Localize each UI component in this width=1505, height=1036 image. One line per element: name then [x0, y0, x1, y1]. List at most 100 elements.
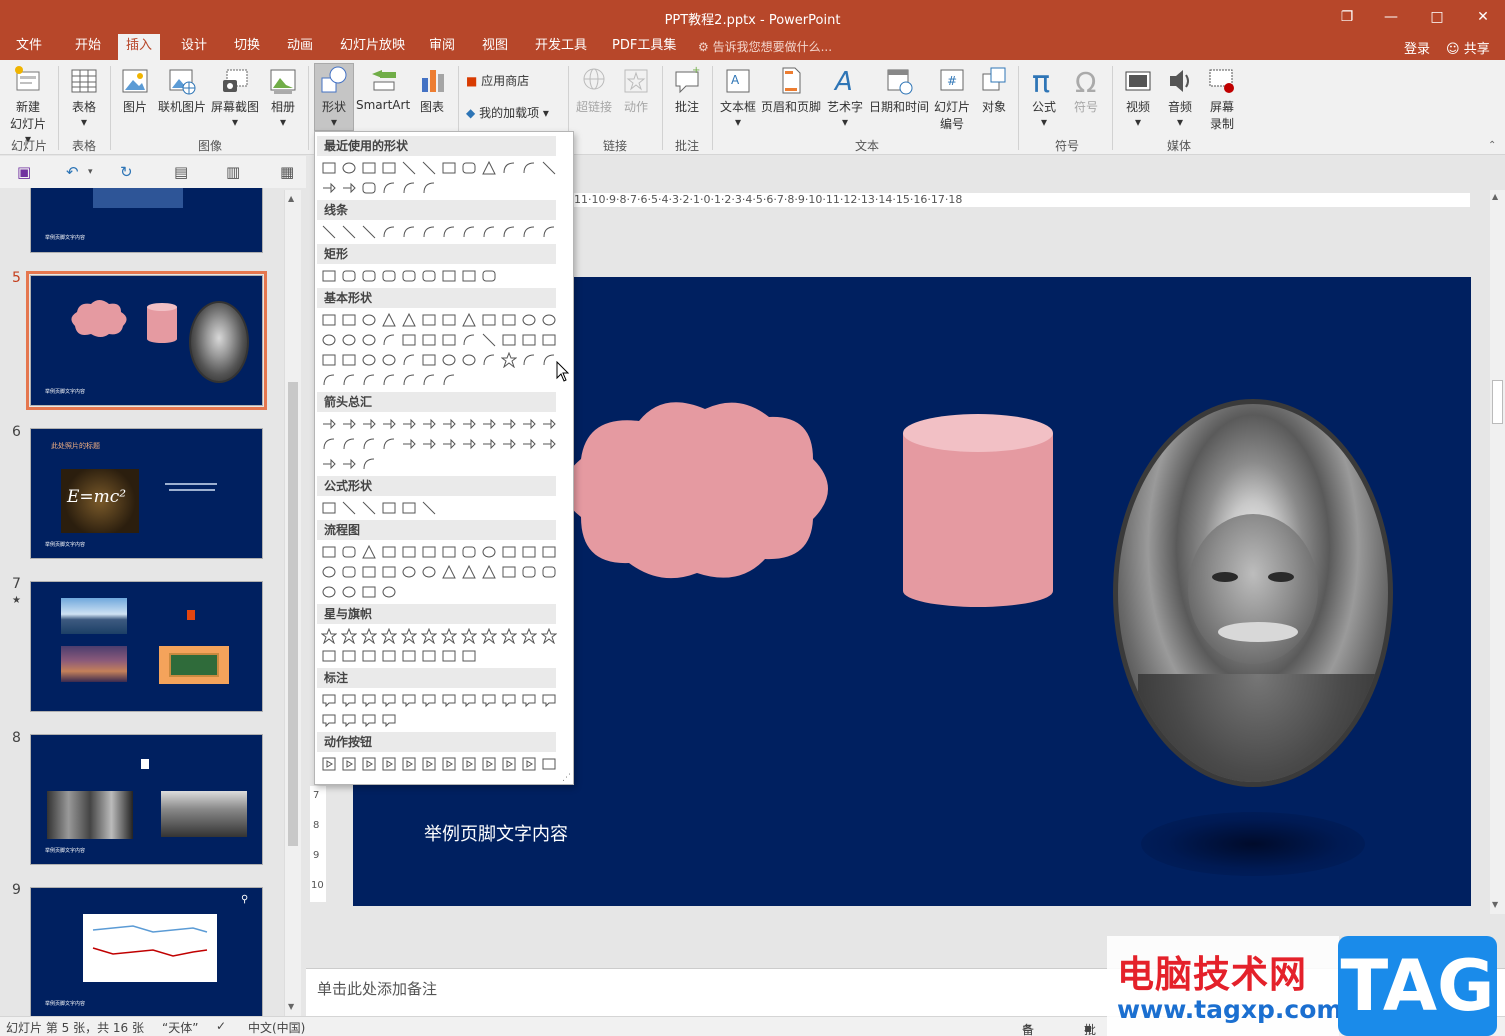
login-link[interactable]: 登录 — [1404, 38, 1430, 57]
shape-option-icon[interactable] — [361, 312, 377, 328]
shape-option-icon[interactable] — [361, 564, 377, 580]
shape-option-icon[interactable] — [461, 544, 477, 560]
shape-option-icon[interactable] — [341, 224, 357, 240]
shape-option-icon[interactable] — [521, 692, 537, 708]
hyperlink-button[interactable]: 超链接 — [574, 64, 614, 115]
shape-option-icon[interactable] — [441, 648, 457, 664]
tab-pdf-tools[interactable]: PDF工具集 — [604, 34, 684, 60]
maximize-icon[interactable]: □ — [1422, 6, 1452, 28]
shape-option-icon[interactable] — [361, 372, 377, 388]
shape-option-icon[interactable] — [381, 584, 397, 600]
shape-option-icon[interactable] — [541, 544, 557, 560]
shape-option-icon[interactable] — [481, 224, 497, 240]
shape-option-icon[interactable] — [361, 352, 377, 368]
smartart-button[interactable]: SmartArt — [356, 64, 410, 112]
shape-option-icon[interactable] — [421, 436, 437, 452]
shape-option-icon[interactable] — [381, 692, 397, 708]
shape-option-icon[interactable] — [380, 627, 398, 645]
shape-option-icon[interactable] — [341, 584, 357, 600]
scrollbar-thumb[interactable] — [1492, 380, 1503, 424]
shape-option-icon[interactable] — [501, 436, 517, 452]
shape-option-icon[interactable] — [321, 712, 337, 728]
shape-option-icon[interactable] — [541, 224, 557, 240]
shape-option-icon[interactable] — [401, 224, 417, 240]
video-button[interactable]: 视频 ▾ — [1118, 64, 1158, 129]
shape-option-icon[interactable] — [321, 372, 337, 388]
shape-option-icon[interactable] — [501, 332, 517, 348]
shape-option-icon[interactable] — [401, 436, 417, 452]
shape-option-icon[interactable] — [321, 268, 337, 284]
slide-thumbnail-9[interactable]: ⚲ 举例页脚文字内容 — [30, 887, 263, 1016]
shape-option-icon[interactable] — [421, 180, 437, 196]
shape-option-icon[interactable] — [321, 224, 337, 240]
shape-option-icon[interactable] — [440, 627, 458, 645]
shape-option-icon[interactable] — [461, 160, 477, 176]
cloud-shape[interactable] — [559, 397, 831, 587]
shape-option-icon[interactable] — [501, 544, 517, 560]
shape-option-icon[interactable] — [401, 352, 417, 368]
shape-option-icon[interactable] — [381, 500, 397, 516]
shape-option-icon[interactable] — [421, 692, 437, 708]
shape-option-icon[interactable] — [321, 352, 337, 368]
shape-option-icon[interactable] — [320, 627, 338, 645]
shape-option-icon[interactable] — [341, 500, 357, 516]
slide-thumbnail-8[interactable]: 举例页脚文字内容 — [30, 734, 263, 865]
shape-option-icon[interactable] — [321, 648, 337, 664]
scroll-up-icon[interactable]: ▲ — [1492, 192, 1498, 201]
shape-option-icon[interactable] — [321, 692, 337, 708]
shape-option-icon[interactable] — [401, 544, 417, 560]
shape-option-icon[interactable] — [381, 712, 397, 728]
shape-option-icon[interactable] — [481, 544, 497, 560]
slide-thumbnail-5[interactable]: 举例页脚文字内容 — [26, 271, 267, 410]
datetime-button[interactable]: 日期和时间 — [867, 64, 931, 115]
shape-option-icon[interactable] — [361, 712, 377, 728]
shape-option-icon[interactable] — [421, 332, 437, 348]
new-slide-button[interactable]: 新建 幻灯片 ▾ — [6, 64, 50, 146]
symbol-button[interactable]: Ω 符号 — [1066, 64, 1106, 115]
shape-option-icon[interactable] — [361, 584, 377, 600]
shape-option-icon[interactable] — [381, 332, 397, 348]
shape-option-icon[interactable] — [381, 648, 397, 664]
shape-option-icon[interactable] — [361, 456, 377, 472]
shape-option-icon[interactable] — [441, 160, 457, 176]
customize-icon[interactable]: ▦ — [280, 163, 294, 181]
tab-animations[interactable]: 动画 — [279, 34, 321, 60]
scroll-up-icon[interactable]: ▲ — [288, 194, 294, 203]
shape-option-icon[interactable] — [441, 332, 457, 348]
shape-option-icon[interactable] — [441, 372, 457, 388]
shape-option-icon[interactable] — [541, 332, 557, 348]
scroll-down-icon[interactable]: ▼ — [1492, 900, 1498, 909]
shape-option-icon[interactable] — [341, 180, 357, 196]
shape-option-icon[interactable] — [361, 224, 377, 240]
shape-option-icon[interactable] — [401, 332, 417, 348]
einstein-portrait-image[interactable] — [1113, 399, 1393, 787]
shape-option-icon[interactable] — [461, 332, 477, 348]
shape-option-icon[interactable] — [421, 756, 437, 772]
tab-insert[interactable]: 插入 — [118, 34, 161, 60]
cylinder-shape[interactable] — [901, 413, 1055, 609]
shape-option-icon[interactable] — [341, 712, 357, 728]
shape-option-icon[interactable] — [361, 500, 377, 516]
shape-option-icon[interactable] — [480, 627, 498, 645]
shape-option-icon[interactable] — [401, 160, 417, 176]
tab-transitions[interactable]: 切换 — [226, 34, 268, 60]
textbox-button[interactable]: A 文本框 ▾ — [718, 64, 758, 129]
minimize-icon[interactable]: — — [1376, 6, 1406, 28]
shape-option-icon[interactable] — [361, 180, 377, 196]
shape-option-icon[interactable] — [341, 416, 357, 432]
shape-option-icon[interactable] — [421, 224, 437, 240]
shape-option-icon[interactable] — [381, 564, 397, 580]
shape-option-icon[interactable] — [321, 544, 337, 560]
table-button[interactable]: 表格 ▾ — [66, 64, 102, 129]
shape-option-icon[interactable] — [500, 351, 518, 369]
shape-option-icon[interactable] — [321, 500, 337, 516]
equation-button[interactable]: π 公式 ▾ — [1024, 64, 1064, 129]
shape-option-icon[interactable] — [441, 756, 457, 772]
shape-option-icon[interactable] — [481, 692, 497, 708]
shape-option-icon[interactable] — [521, 544, 537, 560]
shape-option-icon[interactable] — [541, 756, 557, 772]
shape-option-icon[interactable] — [521, 352, 537, 368]
close-icon[interactable]: ✕ — [1468, 6, 1498, 28]
shape-option-icon[interactable] — [421, 564, 437, 580]
shape-option-icon[interactable] — [541, 564, 557, 580]
